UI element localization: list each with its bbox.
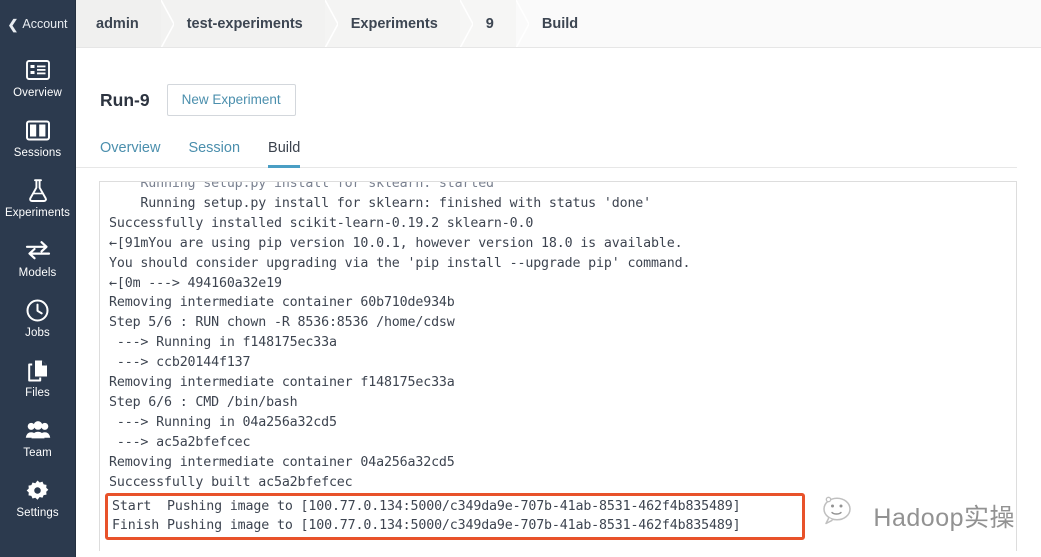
sidebar-item-overview[interactable]: Overview <box>0 48 75 108</box>
tab-build[interactable]: Build <box>268 140 301 168</box>
breadcrumb: admin test-experiments Experiments 9 Bui… <box>76 0 1041 48</box>
sidebar-item-settings[interactable]: Settings <box>0 468 75 528</box>
sidebar-item-sessions[interactable]: Sessions <box>0 108 75 168</box>
log-line: ←[91mYou are using pip version 10.0.1, h… <box>109 235 683 251</box>
breadcrumb-arrow-icon <box>515 0 529 47</box>
log-line: Step 5/6 : RUN chown -R 8536:8536 /home/… <box>109 315 455 331</box>
breadcrumb-arrow-icon <box>324 0 338 47</box>
sidebar: ❮ Account Overview Sessions Experiments … <box>0 0 76 557</box>
app-root: ❮ Account Overview Sessions Experiments … <box>0 0 1041 557</box>
breadcrumb-arrow-icon <box>459 0 473 47</box>
columns-sessions-icon <box>25 117 51 143</box>
sidebar-item-label: Jobs <box>25 327 50 339</box>
breadcrumb-arrow-icon <box>160 0 174 47</box>
log-line: ---> ac5a2bfefcec <box>109 434 251 450</box>
chevron-left-icon: ❮ <box>7 16 19 32</box>
clock-jobs-icon <box>25 297 51 323</box>
sidebar-item-label: Experiments <box>4 207 70 219</box>
breadcrumb-label: Build <box>541 15 579 32</box>
account-label: Account <box>22 17 68 31</box>
log-line: Successfully installed scikit-learn-0.19… <box>109 215 534 231</box>
log-line: ---> Running in 04a256a32cd5 <box>109 414 337 430</box>
sidebar-item-label: Settings <box>16 507 59 519</box>
log-line: ---> Running in f148175ec33a <box>109 335 337 351</box>
sidebar-item-label: Overview <box>13 87 62 99</box>
people-team-icon <box>25 417 51 443</box>
breadcrumb-item-test-experiments[interactable]: test-experiments <box>160 0 338 47</box>
copy-files-icon <box>25 357 51 383</box>
log-line: ---> ccb20144f137 <box>109 355 251 371</box>
push-image-highlight-box: Start Pushing image to [100.77.0.134:500… <box>105 492 805 540</box>
log-line: You should consider upgrading via the 'p… <box>109 255 691 271</box>
breadcrumb-item-build[interactable]: Build <box>515 0 1041 47</box>
sidebar-item-label: Team <box>23 447 52 459</box>
breadcrumb-item-experiments[interactable]: Experiments <box>324 0 473 47</box>
sidebar-item-label: Models <box>18 267 57 279</box>
sidebar-item-experiments[interactable]: Experiments <box>0 168 75 228</box>
gear-settings-icon <box>25 477 51 503</box>
log-line-push-start: Start Pushing image to [100.77.0.134:500… <box>112 498 741 514</box>
breadcrumb-label: Experiments <box>350 15 438 32</box>
arrows-exchange-models-icon <box>25 237 51 263</box>
breadcrumb-item-admin[interactable]: admin <box>76 0 174 47</box>
breadcrumb-label: admin <box>96 15 139 32</box>
log-line-clipped: Running setup.py install for sklearn: st… <box>109 181 494 191</box>
list-overview-icon <box>25 57 51 83</box>
sidebar-item-models[interactable]: Models <box>0 228 75 288</box>
sidebar-item-label: Files <box>25 387 50 399</box>
new-experiment-button[interactable]: New Experiment <box>166 84 296 116</box>
tab-bar: Overview Session Build <box>76 116 1017 168</box>
build-log-panel[interactable]: Running setup.py install for sklearn: st… <box>99 181 1017 551</box>
sidebar-item-files[interactable]: Files <box>0 348 75 408</box>
main-content: Run-9 New Experiment Overview Session Bu… <box>76 48 1041 557</box>
sidebar-item-jobs[interactable]: Jobs <box>0 288 75 348</box>
build-log-scroll-area[interactable]: Running setup.py install for sklearn: st… <box>100 181 1016 540</box>
flask-experiments-icon <box>25 177 51 203</box>
account-back-button[interactable]: ❮ Account <box>0 0 75 48</box>
breadcrumb-label: test-experiments <box>186 15 303 32</box>
sidebar-item-label: Sessions <box>13 147 62 159</box>
breadcrumb-label: 9 <box>485 15 494 32</box>
page-title: Run-9 <box>100 89 150 110</box>
log-line: Removing intermediate container f148175e… <box>109 375 455 391</box>
log-line: Removing intermediate container 60b710de… <box>109 295 455 311</box>
log-line-push-finish: Finish Pushing image to [100.77.0.134:50… <box>112 517 741 533</box>
log-line: Removing intermediate container 04a256a3… <box>109 454 455 470</box>
log-line: Step 6/6 : CMD /bin/bash <box>109 394 298 410</box>
tab-session[interactable]: Session <box>188 140 240 168</box>
sidebar-item-team[interactable]: Team <box>0 408 75 468</box>
log-line: ←[0m ---> 494160a32e19 <box>109 275 282 291</box>
run-header: Run-9 New Experiment <box>76 48 1041 116</box>
log-line: Successfully built ac5a2bfefcec <box>109 474 353 490</box>
log-line: Running setup.py install for sklearn: fi… <box>109 195 652 211</box>
tab-overview[interactable]: Overview <box>100 140 160 168</box>
